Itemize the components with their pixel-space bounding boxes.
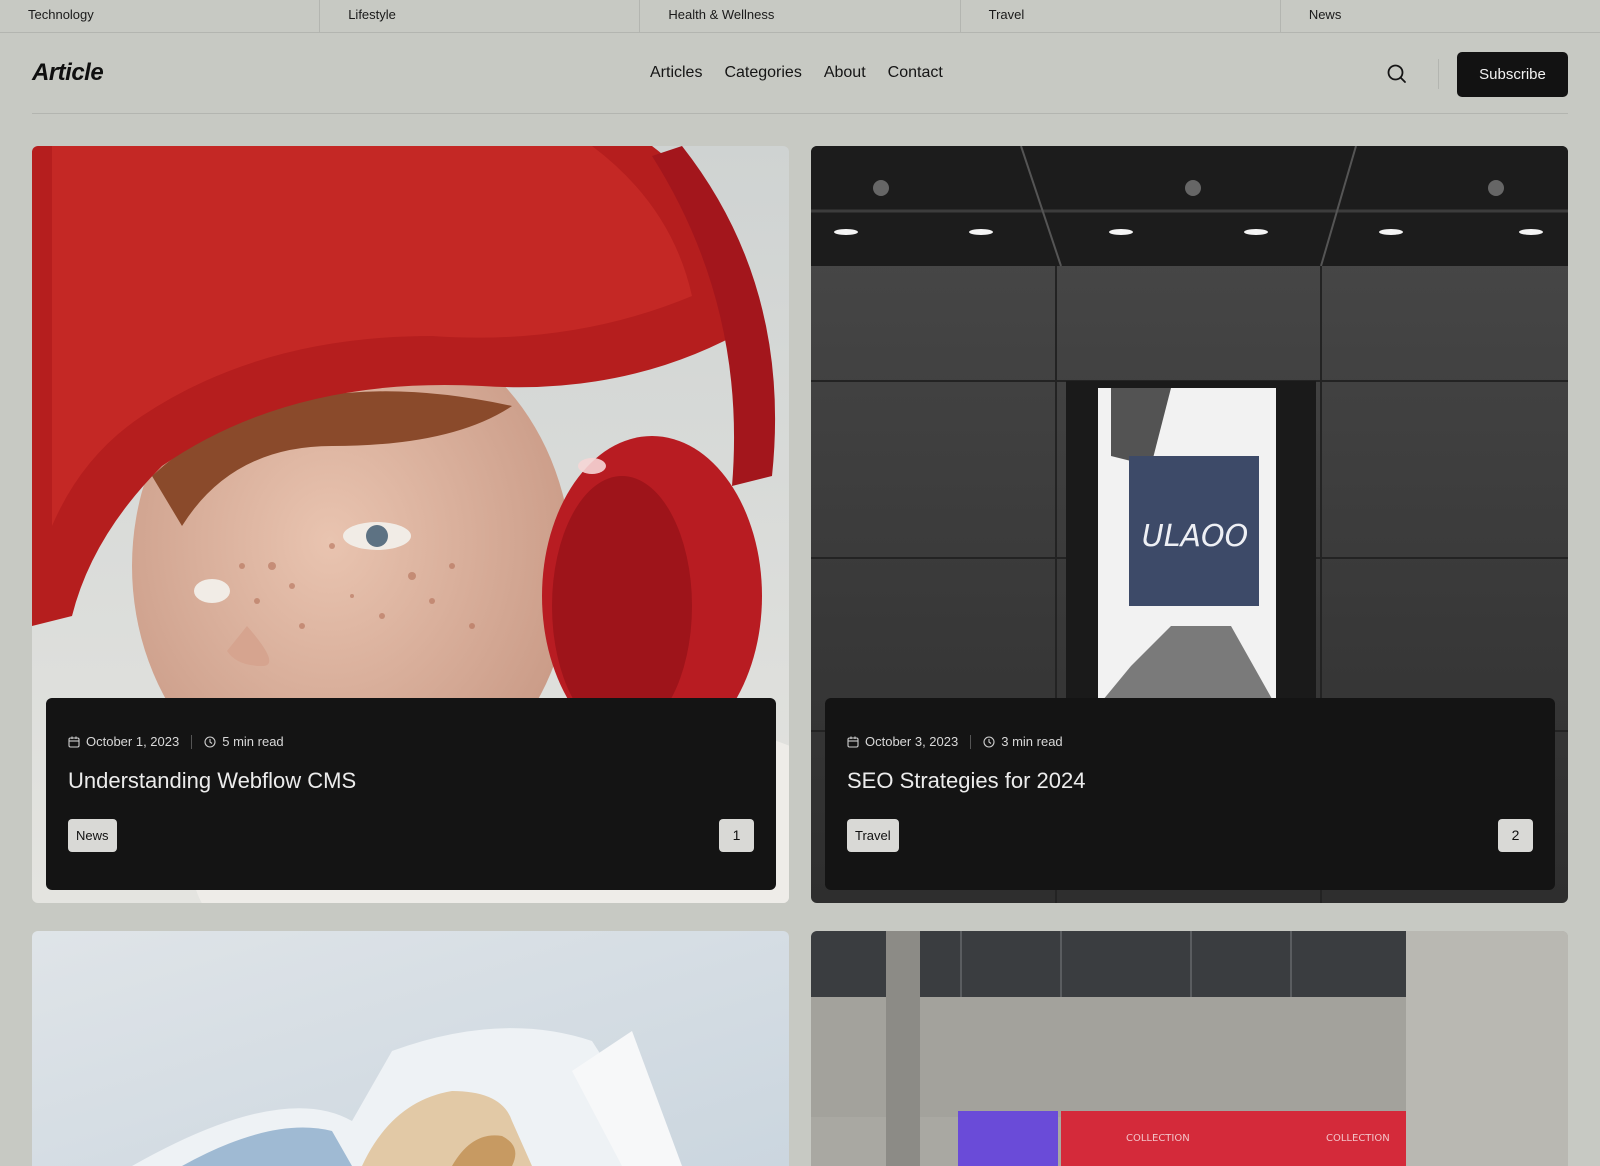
category-health-wellness[interactable]: Health & Wellness xyxy=(640,0,961,33)
article-read-time: 5 min read xyxy=(222,734,284,749)
article-date: October 1, 2023 xyxy=(86,734,180,749)
site-logo[interactable]: Article xyxy=(32,59,104,87)
article-meta: October 1, 2023 5 min read xyxy=(68,734,284,749)
nav-about[interactable]: About xyxy=(824,64,866,82)
calendar-icon xyxy=(68,736,80,748)
clock-icon xyxy=(204,735,216,748)
article-title[interactable]: SEO Strategies for 2024 xyxy=(847,768,1085,794)
meta-divider xyxy=(191,734,193,749)
article-info-panel: October 3, 2023 3 min read SEO Strategie… xyxy=(825,698,1555,890)
nav-categories[interactable]: Categories xyxy=(724,64,801,82)
category-lifestyle[interactable]: Lifestyle xyxy=(320,0,641,33)
nav-articles[interactable]: Articles xyxy=(650,64,702,82)
article-card-2[interactable]: ULAOO October 3, 2023 3 min read SEO Str… xyxy=(811,146,1568,903)
article-tag[interactable]: Travel xyxy=(847,819,899,852)
article-card-3[interactable] xyxy=(32,931,789,1166)
svg-text:ULAOO: ULAOO xyxy=(1142,519,1248,554)
calendar-icon xyxy=(847,736,859,748)
article-card-4[interactable]: COLLECTION COLLECTION xyxy=(811,931,1568,1166)
article-read-time: 3 min read xyxy=(1001,734,1063,749)
article-meta: October 3, 2023 3 min read xyxy=(847,734,1063,749)
category-news[interactable]: News xyxy=(1281,0,1600,33)
article-image-3 xyxy=(32,931,789,1166)
header-divider xyxy=(1438,59,1439,89)
article-date: October 3, 2023 xyxy=(865,734,959,749)
search-icon[interactable] xyxy=(1386,63,1410,87)
category-technology[interactable]: Technology xyxy=(0,0,321,33)
site-header: Article Articles Categories About Contac… xyxy=(32,33,1568,114)
meta-divider xyxy=(970,734,972,749)
article-info-panel: October 1, 2023 5 min read Understanding… xyxy=(46,698,776,890)
article-number: 1 xyxy=(719,819,754,852)
category-travel[interactable]: Travel xyxy=(961,0,1281,33)
category-bar: Technology Lifestyle Health & Wellness T… xyxy=(0,0,1600,33)
svg-text:COLLECTION: COLLECTION xyxy=(1326,1133,1390,1144)
clock-icon xyxy=(983,735,995,748)
article-title[interactable]: Understanding Webflow CMS xyxy=(68,768,356,794)
article-tag[interactable]: News xyxy=(68,819,117,852)
article-card-1[interactable]: October 1, 2023 5 min read Understanding… xyxy=(32,146,789,903)
svg-text:COLLECTION: COLLECTION xyxy=(1126,1133,1190,1144)
article-number: 2 xyxy=(1498,819,1533,852)
subscribe-button[interactable]: Subscribe xyxy=(1457,52,1568,97)
article-image-4: COLLECTION COLLECTION xyxy=(811,931,1568,1166)
nav-contact[interactable]: Contact xyxy=(888,64,943,82)
main-nav: Articles Categories About Contact xyxy=(650,64,943,82)
